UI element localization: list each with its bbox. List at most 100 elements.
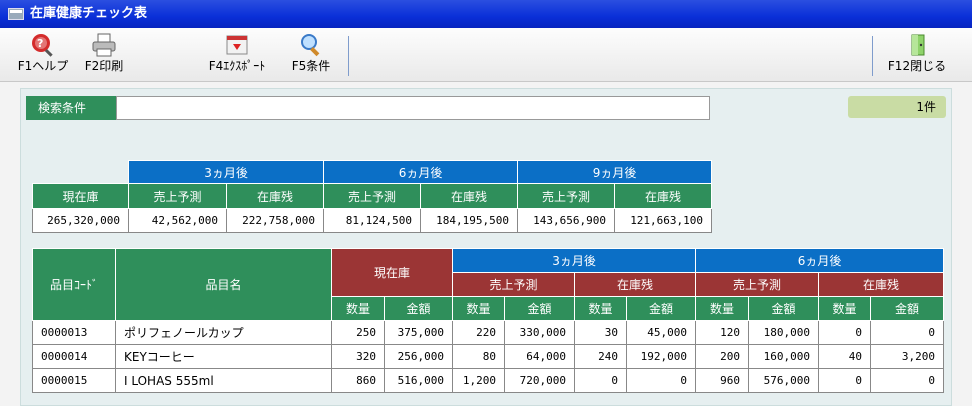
magnifier-icon bbox=[298, 32, 324, 58]
row-sales6-amount: 576,000 bbox=[748, 368, 820, 393]
row-remain6-qty: 0 bbox=[818, 368, 872, 393]
print-button-label: F2印刷 bbox=[84, 59, 124, 73]
summary-value-sales-3m: 42,562,000 bbox=[128, 208, 227, 233]
detail-header-code: 品目ｺｰﾄﾞ bbox=[32, 248, 116, 321]
row-stock-qty: 860 bbox=[331, 368, 385, 393]
help-button-label: F1ヘルプ bbox=[17, 59, 69, 73]
row-sales3-amount: 330,000 bbox=[504, 320, 576, 345]
detail-header-sales-3m: 売上予測 bbox=[452, 272, 576, 297]
row-remain3-amount: 192,000 bbox=[626, 344, 697, 369]
detail-header-sales-6m: 売上予測 bbox=[695, 272, 820, 297]
row-sales6-qty: 120 bbox=[695, 320, 750, 345]
summary-header-sales-9m: 売上予測 bbox=[517, 183, 616, 209]
detail-header-name: 品目名 bbox=[115, 248, 332, 321]
row-remain3-amount: 45,000 bbox=[626, 320, 697, 345]
export-button[interactable]: F4ｴｸｽﾎﾟｰﾄ bbox=[200, 32, 274, 80]
export-icon bbox=[224, 32, 250, 58]
row-name: ポリフェノールカップ bbox=[115, 320, 332, 345]
close-button-label: F12閉じる bbox=[887, 59, 947, 73]
detail-header-remain-6m: 在庫残 bbox=[818, 272, 945, 297]
row-sales3-amount: 720,000 bbox=[504, 368, 576, 393]
search-condition-label: 検索条件 bbox=[26, 96, 116, 120]
search-condition-input[interactable] bbox=[116, 96, 710, 120]
close-button[interactable]: F12閉じる bbox=[882, 32, 952, 80]
row-remain6-qty: 40 bbox=[818, 344, 872, 369]
export-button-label: F4ｴｸｽﾎﾟｰﾄ bbox=[208, 59, 266, 73]
table-row[interactable]: 0000015 I LOHAS 555ml 860 516,000 1,200 … bbox=[32, 368, 945, 393]
summary-value-sales-9m: 143,656,900 bbox=[517, 208, 616, 233]
row-name: I LOHAS 555ml bbox=[115, 368, 332, 393]
detail-header-qty: 数量 bbox=[818, 296, 872, 321]
row-sales3-qty: 1,200 bbox=[452, 368, 506, 393]
row-remain3-qty: 30 bbox=[574, 320, 628, 345]
toolbar-separator bbox=[348, 36, 349, 76]
window-title: 在庫健康チェック表 bbox=[30, 6, 148, 21]
exit-door-icon bbox=[904, 32, 930, 58]
summary-group-3m: 3ヵ月後 bbox=[127, 160, 325, 184]
result-count-badge: 1件 bbox=[848, 96, 946, 118]
row-sales3-amount: 64,000 bbox=[504, 344, 576, 369]
detail-header-qty: 数量 bbox=[574, 296, 628, 321]
summary-header-remain-3m: 在庫残 bbox=[225, 183, 325, 209]
row-sales3-qty: 220 bbox=[452, 320, 506, 345]
summary-header-remain-9m: 在庫残 bbox=[614, 183, 713, 209]
help-icon: ? bbox=[30, 32, 56, 58]
detail-header-amount: 金額 bbox=[626, 296, 697, 321]
row-remain3-amount: 0 bbox=[626, 368, 697, 393]
row-stock-amount: 516,000 bbox=[383, 368, 454, 393]
row-stock-amount: 375,000 bbox=[383, 320, 454, 345]
detail-header-3m: 3ヵ月後 bbox=[452, 248, 697, 273]
summary-group-6m: 6ヵ月後 bbox=[323, 160, 519, 184]
row-stock-amount: 256,000 bbox=[383, 344, 454, 369]
detail-header-stock: 現在庫 bbox=[330, 248, 454, 297]
detail-header-6m: 6ヵ月後 bbox=[695, 248, 945, 273]
detail-header-remain-3m: 在庫残 bbox=[574, 272, 697, 297]
row-sales6-qty: 200 bbox=[695, 344, 750, 369]
summary-table: 3ヵ月後 6ヵ月後 9ヵ月後 現在庫 売上予測 在庫残 売上予測 在庫残 売上予… bbox=[32, 160, 713, 233]
row-sales3-qty: 80 bbox=[452, 344, 506, 369]
toolbar-separator bbox=[872, 36, 873, 76]
table-row[interactable]: 0000013 ポリフェノールカップ 250 375,000 220 330,0… bbox=[32, 320, 945, 345]
row-remain3-qty: 240 bbox=[574, 344, 628, 369]
row-stock-qty: 250 bbox=[331, 320, 385, 345]
row-remain6-amount: 0 bbox=[870, 368, 945, 393]
summary-corner-cell bbox=[33, 161, 129, 184]
row-sales6-qty: 960 bbox=[695, 368, 750, 393]
detail-header-amount: 金額 bbox=[383, 296, 454, 321]
detail-header-qty: 数量 bbox=[331, 296, 385, 321]
summary-value-stock: 265,320,000 bbox=[32, 208, 129, 233]
row-code: 0000015 bbox=[32, 368, 116, 393]
table-row[interactable]: 0000014 KEYコーヒー 320 256,000 80 64,000 24… bbox=[32, 344, 945, 369]
detail-header-amount: 金額 bbox=[504, 296, 576, 321]
detail-header-amount: 金額 bbox=[870, 296, 945, 321]
print-button[interactable]: F2印刷 bbox=[78, 32, 130, 80]
detail-header-amount: 金額 bbox=[748, 296, 820, 321]
row-stock-qty: 320 bbox=[331, 344, 385, 369]
row-remain3-qty: 0 bbox=[574, 368, 628, 393]
help-button[interactable]: ? F1ヘルプ bbox=[14, 32, 72, 80]
row-sales6-amount: 180,000 bbox=[748, 320, 820, 345]
toolbar: ? F1ヘルプ F2印刷 F4ｴｸｽﾎﾟｰﾄ F5条件 F12閉じる bbox=[0, 28, 972, 82]
summary-value-sales-6m: 81,124,500 bbox=[323, 208, 422, 233]
summary-value-remain-3m: 222,758,000 bbox=[225, 208, 325, 233]
row-remain6-qty: 0 bbox=[818, 320, 872, 345]
summary-header-sales-3m: 売上予測 bbox=[128, 183, 227, 209]
title-bar: 在庫健康チェック表 bbox=[0, 0, 972, 28]
summary-header-sales-6m: 売上予測 bbox=[323, 183, 422, 209]
row-sales6-amount: 160,000 bbox=[748, 344, 820, 369]
svg-text:?: ? bbox=[37, 37, 43, 50]
detail-table: 品目ｺｰﾄﾞ 品目名 現在庫 3ヵ月後 6ヵ月後 売上予測 在庫残 売上予測 在… bbox=[32, 248, 945, 393]
summary-header-stock: 現在庫 bbox=[32, 183, 129, 209]
summary-value-remain-6m: 184,195,500 bbox=[420, 208, 519, 233]
printer-icon bbox=[91, 32, 117, 58]
summary-value-remain-9m: 121,663,100 bbox=[614, 208, 713, 233]
detail-header-qty: 数量 bbox=[452, 296, 506, 321]
row-remain6-amount: 0 bbox=[870, 320, 945, 345]
summary-group-9m: 9ヵ月後 bbox=[517, 160, 713, 184]
row-remain6-amount: 3,200 bbox=[870, 344, 945, 369]
condition-button[interactable]: F5条件 bbox=[286, 32, 336, 80]
window-app-icon bbox=[8, 8, 24, 20]
row-code: 0000013 bbox=[32, 320, 116, 345]
detail-header-qty: 数量 bbox=[695, 296, 750, 321]
row-name: KEYコーヒー bbox=[115, 344, 332, 369]
